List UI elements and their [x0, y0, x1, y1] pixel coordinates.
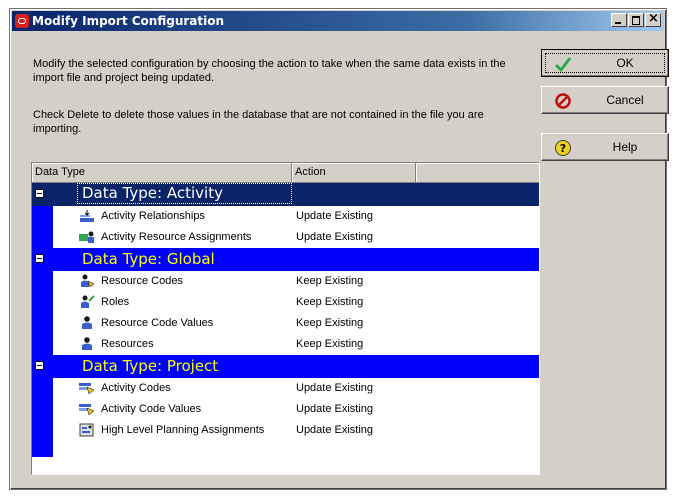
- svg-text:?: ?: [560, 142, 566, 155]
- minimize-button[interactable]: [611, 13, 627, 27]
- help-button-label: Help: [612, 140, 638, 154]
- item-action[interactable]: Update Existing: [296, 230, 373, 244]
- group-row-project[interactable]: Data Type: Project: [32, 355, 539, 378]
- item-label: Activity Code Values: [101, 403, 202, 415]
- collapse-icon[interactable]: [35, 361, 44, 370]
- resource-assignment-icon: [79, 231, 94, 243]
- resource-codes-icon: [81, 274, 95, 288]
- column-header-empty: [416, 163, 539, 182]
- instruction-text-1: Modify the selected configuration by cho…: [33, 58, 506, 84]
- collapse-icon[interactable]: [35, 254, 44, 263]
- oracle-logo-icon: [15, 14, 29, 28]
- table-row[interactable]: Activity Codes Update Existing: [32, 378, 539, 399]
- table-row[interactable]: High Level Planning Assignments Update E…: [32, 420, 539, 441]
- item-label: Activity Codes: [101, 382, 171, 394]
- column-header-data-type[interactable]: Data Type: [32, 163, 292, 182]
- group-label: Data Type: Project: [82, 357, 219, 375]
- ok-button[interactable]: OK: [541, 49, 669, 77]
- cancel-icon: [555, 93, 571, 109]
- item-label: Resource Codes: [101, 275, 183, 287]
- item-label: Resource Code Values: [101, 317, 214, 329]
- item-action[interactable]: Keep Existing: [296, 316, 363, 330]
- table-row[interactable]: Activity Relationships Update Existing: [32, 206, 539, 227]
- ok-button-label: OK: [616, 56, 634, 70]
- item-label: Resources: [101, 338, 154, 350]
- group-row-global[interactable]: Data Type: Global: [32, 248, 539, 271]
- planning-assignment-icon: [79, 423, 94, 437]
- modify-import-configuration-dialog: Modify Import Configuration Modify the s…: [9, 8, 669, 490]
- relationship-icon: [80, 210, 94, 222]
- checkmark-icon: [554, 57, 572, 73]
- help-button[interactable]: ? Help: [541, 133, 669, 161]
- item-action[interactable]: Keep Existing: [296, 295, 363, 309]
- group-label: Data Type: Global: [82, 250, 215, 268]
- data-type-grid[interactable]: Data Type Action Data Type: Activity Act…: [31, 162, 540, 475]
- resource-icon: [82, 337, 92, 350]
- table-row[interactable]: Activity Code Values Update Existing: [32, 399, 539, 420]
- title-bar[interactable]: Modify Import Configuration: [12, 11, 664, 31]
- group-row-activity[interactable]: Data Type: Activity: [32, 183, 539, 206]
- column-header-action[interactable]: Action: [292, 163, 416, 182]
- cancel-button[interactable]: Cancel: [541, 86, 669, 114]
- maximize-button[interactable]: [628, 13, 644, 27]
- group-label: Data Type: Activity: [77, 183, 292, 204]
- instruction-text-2: Check Delete to delete those values in t…: [33, 109, 484, 135]
- table-row[interactable]: Activity Resource Assignments Update Exi…: [32, 227, 539, 248]
- item-label: High Level Planning Assignments: [101, 424, 265, 436]
- resource-icon: [82, 316, 92, 329]
- item-label: Roles: [101, 296, 130, 308]
- item-action[interactable]: Update Existing: [296, 402, 373, 416]
- item-action[interactable]: Keep Existing: [296, 337, 363, 351]
- activity-codes-icon: [79, 404, 95, 416]
- help-icon: ?: [555, 140, 571, 156]
- table-row[interactable]: Resource Codes Keep Existing: [32, 271, 539, 292]
- grid-header: Data Type Action: [32, 163, 539, 183]
- item-label: Activity Relationships: [101, 210, 205, 222]
- cancel-button-label: Cancel: [606, 93, 644, 107]
- collapse-icon[interactable]: [35, 189, 44, 198]
- item-action[interactable]: Keep Existing: [296, 274, 363, 288]
- table-row[interactable]: Resource Code Values Keep Existing: [32, 313, 539, 334]
- table-row[interactable]: Roles Keep Existing: [32, 292, 539, 313]
- window-title: Modify Import Configuration: [32, 14, 225, 28]
- item-label: Activity Resource Assignments: [101, 231, 252, 243]
- item-action[interactable]: Update Existing: [296, 209, 373, 223]
- activity-codes-icon: [79, 383, 95, 395]
- item-action[interactable]: Update Existing: [296, 381, 373, 395]
- item-action[interactable]: Update Existing: [296, 423, 373, 437]
- roles-icon: [81, 295, 95, 308]
- table-row[interactable]: Resources Keep Existing: [32, 334, 539, 355]
- close-button[interactable]: [645, 13, 661, 27]
